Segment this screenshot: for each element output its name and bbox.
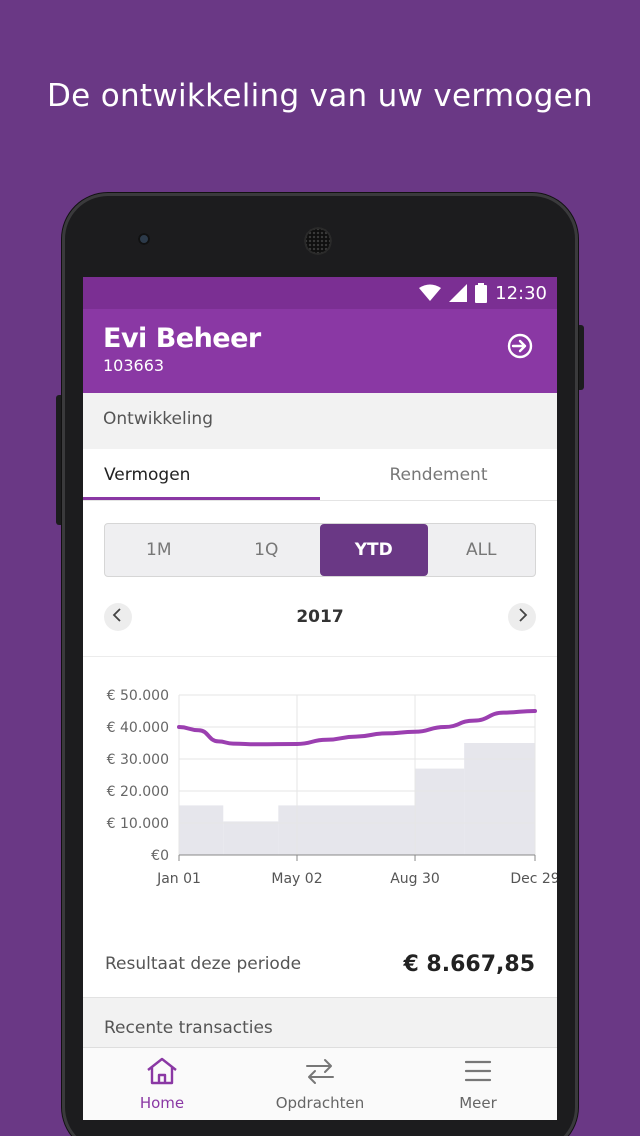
wifi-icon bbox=[419, 284, 442, 302]
period-selector: 1M 1Q YTD ALL bbox=[104, 523, 536, 577]
y-tick-label: € 10.000 bbox=[107, 816, 169, 832]
chevron-right-icon bbox=[516, 607, 528, 626]
phone-power-button bbox=[578, 325, 584, 390]
section-title: Ontwikkeling bbox=[83, 393, 557, 449]
year-label: 2017 bbox=[296, 606, 344, 627]
nav-home-label: Home bbox=[139, 1094, 185, 1112]
period-1m[interactable]: 1M bbox=[105, 524, 213, 576]
chart-x-labels: Jan 01 May 02 Aug 30 Dec 29 bbox=[156, 871, 557, 887]
chart-bar-2 bbox=[278, 805, 416, 855]
year-navigator: 2017 bbox=[83, 577, 557, 657]
nav-opdrachten-label: Opdrachten bbox=[275, 1094, 365, 1112]
logout-icon bbox=[506, 332, 534, 364]
chart-bar-4 bbox=[464, 743, 535, 855]
x-tick-label: May 02 bbox=[271, 871, 322, 887]
status-bar: 12:30 bbox=[83, 277, 557, 309]
tab-vermogen[interactable]: Vermogen bbox=[83, 449, 320, 500]
account-name: Evi Beheer bbox=[103, 323, 261, 354]
chevron-left-icon bbox=[112, 607, 124, 626]
signal-icon bbox=[449, 284, 468, 302]
result-value: € 8.667,85 bbox=[403, 951, 535, 977]
chart-bar-3 bbox=[415, 768, 465, 855]
period-1q[interactable]: 1Q bbox=[213, 524, 321, 576]
nav-home[interactable]: Home bbox=[83, 1048, 241, 1120]
earpiece-speaker bbox=[304, 227, 332, 255]
y-tick-label: € 30.000 bbox=[107, 752, 169, 768]
home-icon bbox=[145, 1056, 179, 1090]
period-ytd[interactable]: YTD bbox=[320, 524, 428, 576]
next-year-button[interactable] bbox=[507, 602, 536, 631]
chart-y-labels: € 50.000 € 40.000 € 30.000 € 20.000 € 10.000… bbox=[107, 688, 169, 864]
transfer-icon bbox=[303, 1056, 337, 1090]
result-row: Resultaat deze periode € 8.667,85 bbox=[83, 932, 557, 996]
chart-svg: € 50.000 € 40.000 € 30.000 € 20.000 € 10.000… bbox=[107, 688, 557, 887]
account-number: 103663 bbox=[103, 356, 165, 375]
y-tick-label: €0 bbox=[151, 848, 169, 864]
previous-year-button[interactable] bbox=[104, 602, 132, 631]
nav-meer-label: Meer bbox=[459, 1094, 497, 1112]
x-tick-label: Aug 30 bbox=[390, 871, 440, 887]
front-camera bbox=[138, 233, 150, 245]
bottom-navigation: Home Opdrachten Meer bbox=[83, 1047, 557, 1120]
period-all[interactable]: ALL bbox=[428, 524, 536, 576]
chart-bars bbox=[179, 743, 535, 855]
phone-screen: 12:30 Evi Beheer 103663 Ontwikkeling Ver… bbox=[83, 277, 557, 1120]
x-tick-label: Jan 01 bbox=[156, 871, 201, 887]
wealth-series-line bbox=[177, 709, 537, 747]
tab-bar: Vermogen Rendement bbox=[83, 449, 557, 501]
y-tick-label: € 40.000 bbox=[107, 720, 169, 736]
battery-icon bbox=[475, 283, 488, 303]
wealth-chart: € 50.000 € 40.000 € 30.000 € 20.000 € 10.000… bbox=[83, 657, 557, 897]
page-headline: De ontwikkeling van uw vermogen bbox=[47, 78, 593, 114]
app-header: Evi Beheer 103663 bbox=[83, 309, 557, 393]
nav-meer[interactable]: Meer bbox=[399, 1048, 557, 1120]
status-time: 12:30 bbox=[495, 282, 547, 304]
chart-bar-1 bbox=[223, 821, 279, 855]
nav-opdrachten[interactable]: Opdrachten bbox=[241, 1048, 399, 1120]
x-tick-label: Dec 29 bbox=[510, 871, 557, 887]
y-tick-label: € 50.000 bbox=[107, 688, 169, 704]
chart-bar-0 bbox=[179, 805, 224, 855]
result-label: Resultaat deze periode bbox=[105, 954, 302, 974]
menu-icon bbox=[461, 1056, 495, 1090]
y-tick-label: € 20.000 bbox=[107, 784, 169, 800]
chart-line bbox=[177, 709, 537, 747]
logout-button[interactable] bbox=[505, 333, 535, 363]
tab-rendement[interactable]: Rendement bbox=[320, 449, 557, 500]
